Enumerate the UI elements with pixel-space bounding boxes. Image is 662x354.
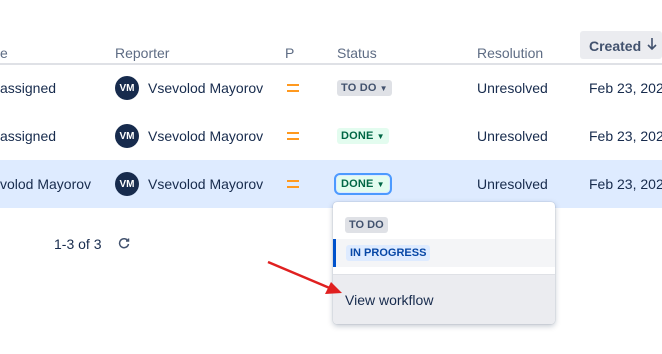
status-lozenge-button[interactable]: DONE ▼ — [334, 173, 392, 195]
chevron-down-icon: ▼ — [376, 179, 385, 189]
refresh-icon[interactable] — [117, 236, 131, 253]
avatar: VM — [115, 76, 139, 100]
created-cell: Feb 23, 2023 — [589, 80, 662, 96]
assignee-cell: assigned — [0, 128, 57, 144]
pagination-range: 1-3 of 3 — [54, 236, 102, 252]
status-label: DONE — [341, 178, 374, 190]
priority-medium-icon — [287, 84, 299, 92]
priority-cell — [287, 112, 299, 160]
reporter-cell[interactable]: VM Vsevolod Mayorov — [115, 160, 263, 208]
column-header-resolution[interactable]: Resolution — [477, 45, 543, 61]
status-dropdown-menu: TO DO IN PROGRESS View workflow — [333, 202, 555, 324]
assignee-cell: assigned — [0, 80, 57, 96]
priority-cell — [287, 64, 299, 112]
chevron-down-icon: ▼ — [379, 83, 388, 93]
column-header-reporter[interactable]: Reporter — [115, 45, 169, 61]
table-row[interactable]: assigned VM Vsevolod Mayorov TO DO ▼ Unr… — [0, 64, 662, 112]
arrow-down-icon — [647, 38, 657, 51]
status-option-label: TO DO — [345, 217, 388, 233]
avatar: VM — [115, 124, 139, 148]
column-header-created-label: Created — [589, 38, 642, 54]
column-header-created[interactable]: Created — [580, 31, 662, 59]
resolution-cell: Unresolved — [477, 80, 548, 96]
reporter-cell[interactable]: VM Vsevolod Mayorov — [115, 112, 263, 160]
column-header-assignee[interactable]: e — [0, 45, 8, 61]
status-option-in-progress[interactable]: IN PROGRESS — [333, 239, 555, 267]
column-header-priority[interactable]: P — [285, 45, 294, 61]
reporter-name: Vsevolod Mayorov — [148, 80, 264, 96]
status-label: DONE — [341, 130, 374, 142]
status-option-label: IN PROGRESS — [346, 245, 431, 261]
reporter-name: Vsevolod Mayorov — [148, 128, 264, 144]
status-option-todo[interactable]: TO DO — [333, 211, 555, 239]
priority-medium-icon — [287, 132, 299, 140]
priority-medium-icon — [287, 180, 299, 188]
status-cell[interactable]: TO DO ▼ — [337, 64, 392, 112]
table-row-selected[interactable]: volod Mayorov VM Vsevolod Mayorov DONE ▼… — [0, 160, 662, 208]
avatar: VM — [115, 172, 139, 196]
status-lozenge-button[interactable]: DONE ▼ — [337, 128, 389, 144]
view-workflow-button[interactable]: View workflow — [333, 275, 555, 324]
reporter-name: Vsevolod Mayorov — [148, 176, 264, 192]
table-row[interactable]: assigned VM Vsevolod Mayorov DONE ▼ Unre… — [0, 112, 662, 160]
resolution-cell: Unresolved — [477, 176, 548, 192]
chevron-down-icon: ▼ — [376, 131, 385, 141]
status-label: TO DO — [341, 82, 377, 94]
status-cell[interactable]: DONE ▼ — [334, 160, 392, 208]
resolution-cell: Unresolved — [477, 128, 548, 144]
assignee-cell: volod Mayorov — [0, 176, 92, 192]
reporter-cell[interactable]: VM Vsevolod Mayorov — [115, 64, 263, 112]
created-cell: Feb 23, 2023 — [589, 128, 662, 144]
created-cell: Feb 23, 2023 — [589, 176, 662, 192]
column-header-status[interactable]: Status — [337, 45, 377, 61]
status-cell[interactable]: DONE ▼ — [337, 112, 389, 160]
priority-cell — [287, 160, 299, 208]
status-lozenge-button[interactable]: TO DO ▼ — [337, 80, 392, 96]
